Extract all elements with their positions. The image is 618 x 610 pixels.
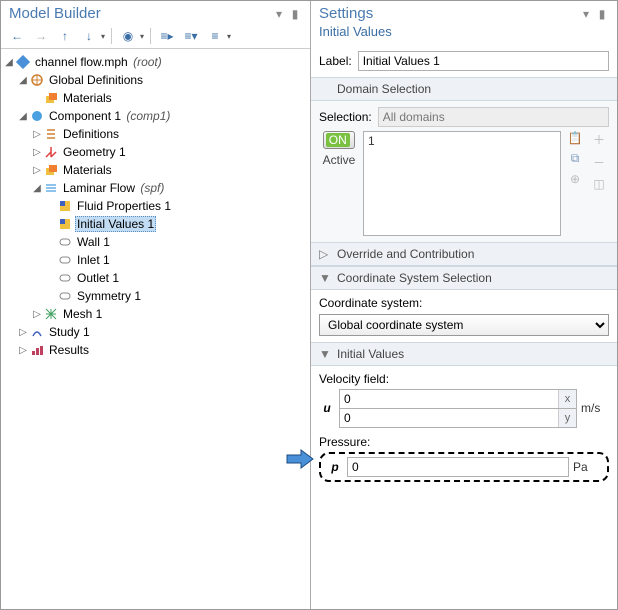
velocity-x-input[interactable] [340,390,558,408]
pressure-unit: Pa [573,460,601,474]
tree-materials-global[interactable]: Materials [3,89,308,107]
settings-controls: ▾ ▮ [579,7,609,21]
domain-list[interactable]: 1 [363,131,561,236]
selection-dropdown[interactable]: All domains [378,107,609,127]
section-override[interactable]: ▷ Override and Contribution [311,242,617,266]
collapse-button[interactable]: ≡▸ [157,26,177,46]
axis-x: x [558,390,576,408]
back-button[interactable]: ← [7,26,27,46]
model-builder-toolbar: ← → ↑ ↓▾ ◉▾ ≡▸ ≡▾ ≡▾ [1,24,310,49]
caret-right-icon: ▷ [319,247,329,261]
active-toggle-area: ON Active [319,131,359,236]
coord-label: Coordinate system: [319,296,609,310]
tree-outlet[interactable]: Outlet 1 [3,269,308,287]
tree-component[interactable]: ◢Component 1 (comp1) [3,107,308,125]
copy-icon[interactable]: ⧉ [571,151,580,166]
model-builder-panel: Model Builder ▾ ▮ ← → ↑ ↓▾ ◉▾ ≡▸ ≡▾ ≡▾ ◢… [1,1,311,609]
pointer-arrow-icon [285,448,315,470]
active-switch[interactable]: ON [323,131,356,149]
domain-side-icons-2: ＋ － ◫ [589,131,609,236]
pressure-symbol: p [327,460,343,474]
up-button[interactable]: ↑ [55,26,75,46]
active-label: Active [319,153,359,167]
coord-box: Coordinate system: Global coordinate sys… [311,290,617,342]
tree-fluid-properties[interactable]: Fluid Properties 1 [3,197,308,215]
tree-study[interactable]: ▷Study 1 [3,323,308,341]
tree-results[interactable]: ▷Results [3,341,308,359]
initial-values-box: Velocity field: u x y m/s Pressure: p Pa [311,366,617,488]
add-icon[interactable]: ＋ [593,131,605,148]
label-row: Label: [311,45,617,77]
caret-down-icon: ▼ [319,347,329,361]
remove-icon[interactable]: － [593,154,605,171]
settings-title: Settings [319,5,579,22]
down-button[interactable]: ↓ [79,26,99,46]
list-button[interactable]: ≡ [205,26,225,46]
axis-y: y [558,409,576,427]
domain-side-icons: 📋 ⧉ ⊕ [565,131,585,236]
pin-icon[interactable]: ▮ [288,7,302,21]
tree-mesh[interactable]: ▷Mesh 1 [3,305,308,323]
pressure-label: Pressure: [319,435,609,449]
tree-geometry[interactable]: ▷Geometry 1 [3,143,308,161]
label-caption: Label: [319,54,352,68]
tree-initial-values[interactable]: Initial Values 1 [3,215,308,233]
tree-laminar-flow[interactable]: ◢Laminar Flow (spf) [3,179,308,197]
pin-icon[interactable]: ▮ [595,7,609,21]
settings-header: Settings ▾ ▮ [311,1,617,24]
coord-select[interactable]: Global coordinate system [319,314,609,336]
caret-down-icon: ▼ [319,271,329,285]
pressure-highlight-box: p Pa [319,452,609,482]
selection-label: Selection: [319,110,372,124]
dropdown-icon[interactable]: ▾ [579,7,593,21]
velocity-unit: m/s [581,401,609,415]
velocity-y-input[interactable] [340,409,558,427]
forward-button[interactable]: → [31,26,51,46]
expand-button[interactable]: ≡▾ [181,26,201,46]
settings-panel: Settings ▾ ▮ Initial Values Label: Domai… [311,1,617,609]
tree-inlet[interactable]: Inlet 1 [3,251,308,269]
model-builder-title: Model Builder [9,5,272,22]
pressure-area: Pressure: p Pa [319,435,609,482]
velocity-symbol: u [319,401,335,415]
tree-wall[interactable]: Wall 1 [3,233,308,251]
panel-controls: ▾ ▮ [272,7,302,21]
pressure-input[interactable] [347,457,569,477]
toggle-icon[interactable]: ◫ [593,177,604,191]
tree-definitions[interactable]: ▷Definitions [3,125,308,143]
model-builder-header: Model Builder ▾ ▮ [1,1,310,24]
tree-symmetry[interactable]: Symmetry 1 [3,287,308,305]
domain-selection-box: Selection: All domains ON Active 1 📋 ⧉ ⊕… [311,101,617,242]
velocity-label: Velocity field: [319,372,609,386]
zoom-icon[interactable]: ⊕ [570,172,580,186]
tree-global-defs[interactable]: ◢Global Definitions [3,71,308,89]
tree-materials-comp[interactable]: ▷Materials [3,161,308,179]
tree-root[interactable]: ◢channel flow.mph (root) [3,53,308,71]
label-input[interactable] [358,51,609,71]
paste-icon[interactable]: 📋 [568,131,583,145]
dropdown-icon[interactable]: ▾ [272,7,286,21]
section-domain[interactable]: Domain Selection [311,77,617,101]
model-tree[interactable]: ◢channel flow.mph (root) ◢Global Definit… [1,49,310,609]
show-button[interactable]: ◉ [118,26,138,46]
section-coord[interactable]: ▼ Coordinate System Selection [311,266,617,290]
section-initvals[interactable]: ▼ Initial Values [311,342,617,366]
settings-subtitle: Initial Values [311,24,617,45]
